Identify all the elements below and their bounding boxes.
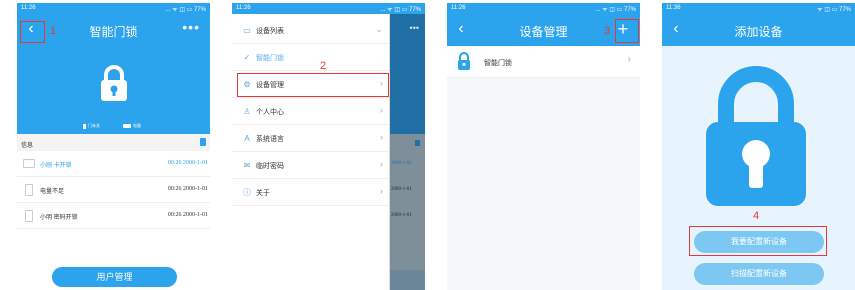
more-icon: ••• [409,23,419,33]
highlight-box-add [615,19,639,43]
chevron-right-icon: › [627,54,631,65]
delete-icon[interactable] [200,138,206,146]
screen-side-menu: 11:26 ... ᯤ ◫ ▭ 77% ••• 2000-1-01 2000-1… [232,3,425,290]
info-section-header: 信息 [17,134,210,151]
lock-icon [458,52,470,70]
page-title: 智能门锁 [89,25,138,39]
title-bar: ‹ 设备管理 + [447,14,640,46]
menu-item-label: 智能门锁 [256,55,284,62]
card-icon [23,159,35,168]
legend-door: 门未关 [83,123,100,129]
highlight-box-back [20,21,45,43]
menu-item-label: 设备列表 [256,28,284,35]
status-bar: 11:26 ... ᯤ ◫ ▭ 77% [232,3,425,14]
check-icon: ✓ [243,53,251,62]
battery-icon [123,124,131,128]
user-management-button[interactable]: 用户管理 [52,267,177,287]
bg-log-time: 2000-1-01 [391,187,412,192]
step-number: 4 [753,210,760,222]
screen-device-management: 11:26 ... ᯤ ◫ ▭ 77% ‹ 设备管理 + 3 智能门锁 › [447,3,640,290]
step-number: 3 [604,25,611,37]
chevron-right-icon: › [380,132,383,142]
page-title: 设备管理 [519,25,568,39]
bg-log-time: 2000-1-01 [391,213,412,218]
log-row[interactable]: 小明 密码开锁 00:26 2000-1-01 [17,203,210,229]
legend-battery: 电量 [123,123,141,129]
language-icon: A [244,134,250,143]
menu-item-label: 系统语言 [256,136,284,143]
title-bar: ‹ 智能门锁 ••• [17,14,210,46]
chevron-right-icon: › [380,159,383,169]
status-system-icons: ... ᯤ ◫ ▭ 77% [595,7,637,13]
chevron-right-icon: › [380,105,383,115]
legend-door-label: 门未关 [88,123,100,128]
keypad-icon [25,210,33,222]
lock-icon [706,66,806,206]
lock-icon [101,65,127,101]
status-bar: 11:26 ... ᯤ ◫ ▭ 77% [17,3,210,14]
step-number: 2 [320,60,327,72]
menu-item-device-list[interactable]: ▭ 设备列表 ⌄ [232,17,389,44]
monitor-icon: ▭ [243,26,251,35]
menu-item-about[interactable]: ⓘ 关于 › [232,179,389,206]
log-row[interactable]: 电量不足 00:26 2000-1-01 [17,177,210,203]
log-name: 小明 密码开锁 [40,215,78,221]
menu-item-label: 个人中心 [256,109,284,116]
menu-item-label: 临时密码 [256,163,284,170]
menu-item-profile[interactable]: ♙ 个人中心 › [232,98,389,125]
status-time: 11:26 [451,5,466,11]
info-icon: ⓘ [243,188,251,197]
highlight-box-device-management [237,73,389,97]
configure-new-device-button[interactable]: 我要配置新设备 [694,231,824,253]
log-name: 小刚 卡开锁 [40,163,72,169]
status-system-icons: ᯤ ◫ ▭ 77% [817,7,851,13]
menu-item-temp-password[interactable]: ✉ 临时密码 › [232,152,389,179]
status-system-icons: ... ᯤ ◫ ▭ 77% [165,7,207,13]
screen-smart-lock: 11:26 ... ᯤ ◫ ▭ 77% ‹ 智能门锁 ••• 1 门未关 电量 … [17,3,210,290]
log-time: 00:26 2000-1-01 [167,186,208,192]
lock-hero: 门未关 电量 [17,46,210,134]
side-drawer: ▭ 设备列表 ⌄ ✓ 智能门锁 ⚙ 设备管理 › ♙ 个人中心 › A 系统语言… [232,14,390,290]
dimmed-background[interactable]: ••• 2000-1-01 2000-1-01 2000-1-01 [390,14,425,290]
device-row[interactable]: 智能门锁 › [447,46,640,78]
page-title: 添加设备 [734,25,783,39]
step-number: 1 [50,25,57,37]
door-icon [83,123,86,129]
title-bar: ‹ 添加设备 [662,14,855,46]
scan-configure-button[interactable]: 扫描配置新设备 [694,263,824,285]
chevron-down-icon: ⌄ [375,24,383,34]
log-time: 00:26 2000-1-01 [167,160,208,166]
delete-icon [415,140,420,146]
device-name: 智能门锁 [484,60,512,67]
person-icon: ♙ [243,107,251,116]
status-bar: 11:26 ... ᯤ ◫ ▭ 77% [447,3,640,14]
battery-low-icon [25,184,33,196]
log-row[interactable]: 小刚 卡开锁 00:26 2000-1-01 [17,151,210,177]
section-title: 信息 [21,143,34,149]
menu-item-language[interactable]: A 系统语言 › [232,125,389,152]
legend-battery-label: 电量 [133,123,141,128]
more-icon[interactable]: ••• [182,19,200,35]
status-time: 11:26 [21,5,36,11]
mail-icon: ✉ [243,161,251,170]
status-system-icons: ... ᯤ ◫ ▭ 77% [380,7,422,13]
status-bar: 11:36 ᯤ ◫ ▭ 77% [662,3,855,14]
log-time: 00:26 2000-1-01 [167,212,208,218]
menu-item-smart-lock[interactable]: ✓ 智能门锁 [232,44,389,71]
log-name: 电量不足 [40,189,65,195]
chevron-right-icon: › [380,186,383,196]
menu-item-label: 关于 [256,190,270,197]
bg-log-time: 2000-1-01 [391,161,412,166]
status-time: 11:26 [236,5,251,11]
status-time: 11:36 [666,5,681,11]
screen-add-device: 11:36 ᯤ ◫ ▭ 77% ‹ 添加设备 4 我要配置新设备 扫描配置新设备 [662,3,855,290]
